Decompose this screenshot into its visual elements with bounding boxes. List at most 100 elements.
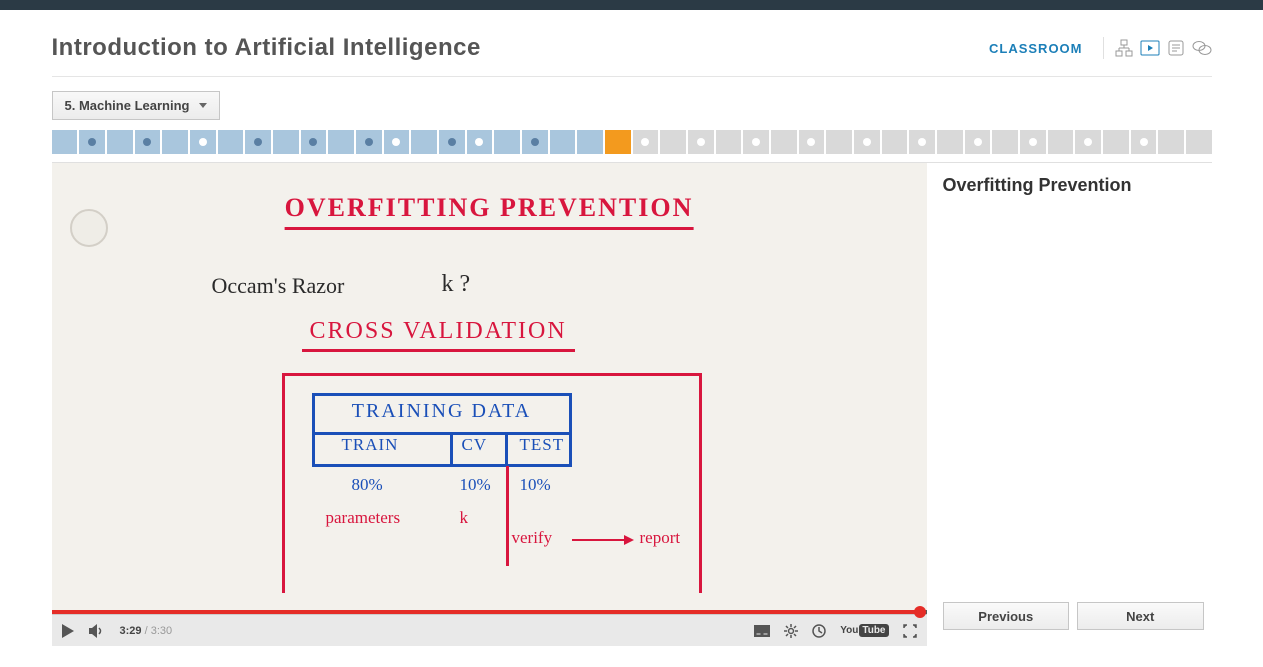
- progress-segment[interactable]: [494, 130, 520, 154]
- progress-segment[interactable]: [522, 130, 548, 154]
- dot-open-icon: [1029, 138, 1037, 146]
- chapter-dropdown[interactable]: 5. Machine Learning: [52, 91, 221, 120]
- progress-segment[interactable]: [743, 130, 769, 154]
- progress-segment[interactable]: [771, 130, 797, 154]
- content-row: OVERFITTING PREVENTION Occam's Razor k ?…: [52, 162, 1212, 646]
- top-banner: [0, 0, 1263, 10]
- wb-bluebox: TRAINING DATA: [312, 393, 572, 467]
- progress-segment[interactable]: [107, 130, 133, 154]
- dot-open-icon: [863, 138, 871, 146]
- progress-segment[interactable]: [799, 130, 825, 154]
- seek-progress: [52, 610, 923, 614]
- progress-segment[interactable]: [965, 130, 991, 154]
- wb-vline: [506, 466, 509, 566]
- progress-segment[interactable]: [218, 130, 244, 154]
- seek-bar[interactable]: [52, 610, 927, 614]
- wb-parameters: parameters: [326, 508, 401, 528]
- progress-segment[interactable]: [909, 130, 935, 154]
- seek-knob[interactable]: [914, 606, 926, 618]
- progress-segment[interactable]: [1103, 130, 1129, 154]
- syllabus-icon[interactable]: [1114, 38, 1134, 58]
- wb-pct-cv: 10%: [460, 475, 491, 495]
- progress-segment[interactable]: [1048, 130, 1074, 154]
- dot-open-icon: [475, 138, 483, 146]
- youtube-logo[interactable]: YouTube: [840, 624, 888, 637]
- captions-button[interactable]: [754, 625, 770, 637]
- wb-report: report: [640, 528, 681, 548]
- dot-open-icon: [918, 138, 926, 146]
- total-time: / 3:30: [142, 625, 173, 637]
- progress-segment[interactable]: [688, 130, 714, 154]
- play-button[interactable]: [62, 624, 74, 638]
- whiteboard: OVERFITTING PREVENTION Occam's Razor k ?…: [52, 163, 927, 610]
- progress-segment[interactable]: [577, 130, 603, 154]
- progress-segment[interactable]: [1186, 130, 1212, 154]
- dot-filled-icon: [309, 138, 317, 146]
- progress-segment[interactable]: [1020, 130, 1046, 154]
- progress-segment[interactable]: [992, 130, 1018, 154]
- progress-segment[interactable]: [162, 130, 188, 154]
- wb-occam: Occam's Razor: [212, 273, 345, 299]
- progress-segment[interactable]: [660, 130, 686, 154]
- progress-segment[interactable]: [937, 130, 963, 154]
- dot-open-icon: [641, 138, 649, 146]
- progress-segment[interactable]: [826, 130, 852, 154]
- progress-segment[interactable]: [605, 130, 631, 154]
- previous-button[interactable]: Previous: [943, 602, 1070, 630]
- progress-segment[interactable]: [245, 130, 271, 154]
- course-title: Introduction to Artificial Intelligence: [52, 34, 481, 62]
- nav-buttons: Previous Next: [943, 602, 1204, 634]
- progress-segment[interactable]: [716, 130, 742, 154]
- video-column: OVERFITTING PREVENTION Occam's Razor k ?…: [52, 163, 927, 646]
- dot-open-icon: [697, 138, 705, 146]
- wb-col-cv: CV: [462, 435, 488, 455]
- header-actions: CLASSROOM: [989, 37, 1212, 59]
- progress-segment[interactable]: [301, 130, 327, 154]
- settings-button[interactable]: [784, 624, 798, 638]
- notes-icon[interactable]: [1166, 38, 1186, 58]
- discuss-icon[interactable]: [1192, 38, 1212, 58]
- chevron-down-icon: [199, 103, 207, 108]
- chapter-label: 5. Machine Learning: [65, 98, 190, 113]
- wb-cv-title: CROSS VALIDATION: [302, 318, 575, 352]
- watch-later-button[interactable]: [812, 624, 826, 638]
- video-controls: 3:29 / 3:30 YouTube: [52, 614, 927, 646]
- next-button[interactable]: Next: [1077, 602, 1204, 630]
- dot-filled-icon: [254, 138, 262, 146]
- volume-button[interactable]: [88, 623, 106, 639]
- progress-segment[interactable]: [273, 130, 299, 154]
- progress-segment[interactable]: [328, 130, 354, 154]
- progress-segment[interactable]: [135, 130, 161, 154]
- lesson-title: Overfitting Prevention: [943, 175, 1204, 196]
- arrow-icon: [572, 539, 632, 541]
- progress-segment[interactable]: [411, 130, 437, 154]
- progress-segment[interactable]: [1158, 130, 1184, 154]
- video-icon[interactable]: [1140, 38, 1160, 58]
- progress-segment[interactable]: [384, 130, 410, 154]
- progress-segment[interactable]: [79, 130, 105, 154]
- progress-segment[interactable]: [356, 130, 382, 154]
- progress-segment[interactable]: [882, 130, 908, 154]
- progress-segment[interactable]: [467, 130, 493, 154]
- progress-segment[interactable]: [1075, 130, 1101, 154]
- wb-k: k ?: [442, 271, 471, 298]
- dot-filled-icon: [88, 138, 96, 146]
- classroom-link[interactable]: CLASSROOM: [989, 41, 1083, 56]
- wb-title: OVERFITTING PREVENTION: [285, 193, 694, 230]
- progress-segment[interactable]: [190, 130, 216, 154]
- current-time: 3:29: [120, 625, 142, 637]
- dot-filled-icon: [531, 138, 539, 146]
- dot-open-icon: [199, 138, 207, 146]
- progress-segment[interactable]: [854, 130, 880, 154]
- progress-segment[interactable]: [1131, 130, 1157, 154]
- dot-open-icon: [392, 138, 400, 146]
- video-frame[interactable]: OVERFITTING PREVENTION Occam's Razor k ?…: [52, 163, 927, 610]
- progress-segment[interactable]: [52, 130, 78, 154]
- dot-filled-icon: [365, 138, 373, 146]
- side-column: Overfitting Prevention Previous Next: [927, 163, 1212, 646]
- fullscreen-button[interactable]: [903, 624, 917, 638]
- dot-open-icon: [974, 138, 982, 146]
- progress-segment[interactable]: [439, 130, 465, 154]
- progress-segment[interactable]: [550, 130, 576, 154]
- progress-segment[interactable]: [633, 130, 659, 154]
